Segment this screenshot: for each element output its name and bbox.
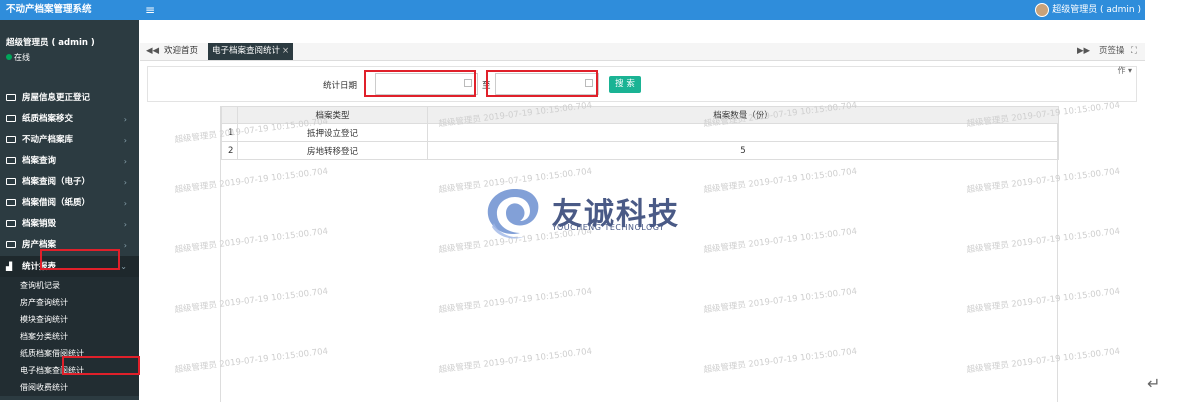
- fullscreen-icon[interactable]: ⛶: [1131, 43, 1137, 60]
- row-number: 2: [221, 141, 238, 160]
- sidebar-user-name: 超级管理员 ( admin ): [6, 38, 95, 48]
- company-logo: 友诚科技 YOUCHENG TECHNOLOGY: [480, 183, 700, 243]
- monitor-icon: [6, 220, 16, 227]
- submenu-item-property-query-stats[interactable]: 房产查询统计: [0, 294, 139, 311]
- sidebar-user-panel: 超级管理员 ( admin ) 在线: [6, 36, 136, 63]
- filter-panel: 作 ▾ 统计日期 至 搜 索: [147, 66, 1137, 102]
- avatar: [1035, 2, 1050, 17]
- tab-bar: ◀◀ 欢迎首页 电子档案查阅统计 × ▶▶ 页签操 ⛶: [140, 43, 1145, 61]
- user-label: 超级管理员 ( admin ): [1052, 5, 1141, 15]
- close-icon[interactable]: ×: [282, 46, 289, 56]
- highlight-end-date: [486, 70, 598, 97]
- online-dot-icon: [6, 54, 12, 60]
- chevron-right-icon: ›: [123, 136, 127, 145]
- column-header-type: 档案类型: [237, 106, 428, 124]
- tab-home[interactable]: 欢迎首页: [160, 43, 202, 60]
- results-table: 档案类型 档案数量（份） 1 抵押设立登记 2 房地转移登记 5: [220, 106, 1059, 402]
- cell-type: 房地转移登记: [237, 141, 428, 160]
- cell-count: 5: [427, 141, 1059, 160]
- chevron-right-icon: ›: [123, 178, 127, 187]
- statistics-submenu: 查询机记录 房产查询统计 模块查询统计 档案分类统计 纸质档案借阅统计 电子档案…: [0, 277, 139, 396]
- status-text: 在线: [14, 53, 30, 62]
- logo-swirl-icon: [487, 189, 539, 239]
- chevron-right-icon: ›: [123, 220, 127, 229]
- menu-toggle-icon[interactable]: ≡: [145, 3, 159, 17]
- sidebar: 超级管理员 ( admin ) 在线 房屋信息更正登记 纸质档案移交 › 不动产档…: [0, 20, 139, 400]
- sidebar-item-electronic-view[interactable]: 档案查阅（电子） ›: [0, 172, 139, 193]
- chevron-right-icon: ›: [123, 157, 127, 166]
- sidebar-item-label: 纸质档案移交: [22, 114, 74, 124]
- tab-scroll-left-button[interactable]: ◀◀: [146, 43, 159, 60]
- sidebar-item-label: 房屋信息更正登记: [22, 93, 91, 103]
- submenu-item-module-query-stats[interactable]: 模块查询统计: [0, 311, 139, 328]
- date-label: 统计日期: [323, 81, 358, 91]
- chevron-down-icon: ⌄: [120, 262, 127, 271]
- sidebar-item-house-info[interactable]: 房屋信息更正登记: [0, 88, 139, 109]
- submenu-item-archive-category-stats[interactable]: 档案分类统计: [0, 328, 139, 345]
- monitor-icon: [6, 136, 16, 143]
- logo-subtitle: YOUCHENG TECHNOLOGY: [552, 223, 665, 232]
- tab-scroll-right-button[interactable]: ▶▶: [1077, 43, 1090, 60]
- monitor-icon: [6, 178, 16, 185]
- user-menu[interactable]: 超级管理员 ( admin ): [1035, 0, 1141, 20]
- app-title: 不动产档案管理系统: [6, 4, 92, 15]
- sidebar-item-archive-destroy[interactable]: 档案销毁 ›: [0, 214, 139, 235]
- tab-label: 电子档案查阅统计: [212, 46, 281, 56]
- tab-electronic-view-stats[interactable]: 电子档案查阅统计 ×: [208, 43, 294, 60]
- sidebar-item-label: 档案销毁: [22, 219, 57, 229]
- status-badge: 在线: [6, 52, 136, 63]
- cell-count: [427, 123, 1059, 142]
- table-row[interactable]: 2 房地转移登记 5: [221, 141, 1059, 160]
- monitor-icon: [6, 94, 16, 101]
- chevron-right-icon: ›: [123, 199, 127, 208]
- highlight-statistics-menu: [40, 249, 120, 270]
- sidebar-item-label: 档案查阅（电子）: [22, 177, 91, 187]
- bar-chart-icon: ▟: [6, 262, 13, 271]
- sidebar-item-label: 档案借阅（纸质）: [22, 198, 91, 208]
- sidebar-menu: 房屋信息更正登记 纸质档案移交 › 不动产档案库 › 档案查询 › 档案查阅（电子） ›…: [0, 88, 139, 396]
- sidebar-item-archive-query[interactable]: 档案查询 ›: [0, 151, 139, 172]
- top-bar: 不动产档案管理系统 ≡ 超级管理员 ( admin ): [0, 0, 1145, 20]
- sidebar-item-paper-transfer[interactable]: 纸质档案移交 ›: [0, 109, 139, 130]
- chevron-right-icon: ›: [123, 241, 127, 250]
- highlight-start-date: [364, 70, 476, 97]
- sidebar-item-archive-library[interactable]: 不动产档案库 ›: [0, 130, 139, 151]
- sidebar-item-label: 不动产档案库: [22, 135, 74, 145]
- tab-operations-button[interactable]: 页签操: [1099, 43, 1125, 60]
- ops-menu[interactable]: 作 ▾: [1117, 65, 1132, 76]
- monitor-icon: [6, 241, 16, 248]
- return-arrow-icon: ↵: [1147, 374, 1161, 393]
- highlight-electronic-view-stats: [62, 356, 140, 375]
- monitor-icon: [6, 199, 16, 206]
- monitor-icon: [6, 157, 16, 164]
- sidebar-item-label: 档案查询: [22, 156, 57, 166]
- monitor-icon: [6, 115, 16, 122]
- ops-label: 作: [1117, 66, 1126, 75]
- submenu-item-query-log[interactable]: 查询机记录: [0, 277, 139, 294]
- submenu-item-borrow-fee-stats[interactable]: 借阅收费统计: [0, 379, 139, 396]
- sidebar-item-paper-borrow[interactable]: 档案借阅（纸质） ›: [0, 193, 139, 214]
- table-header-row: 档案类型 档案数量（份）: [221, 106, 1059, 124]
- chevron-right-icon: ›: [123, 115, 127, 124]
- table-row[interactable]: 1 抵押设立登记: [221, 123, 1059, 142]
- row-number-header: [221, 106, 238, 124]
- search-button[interactable]: 搜 索: [609, 76, 641, 93]
